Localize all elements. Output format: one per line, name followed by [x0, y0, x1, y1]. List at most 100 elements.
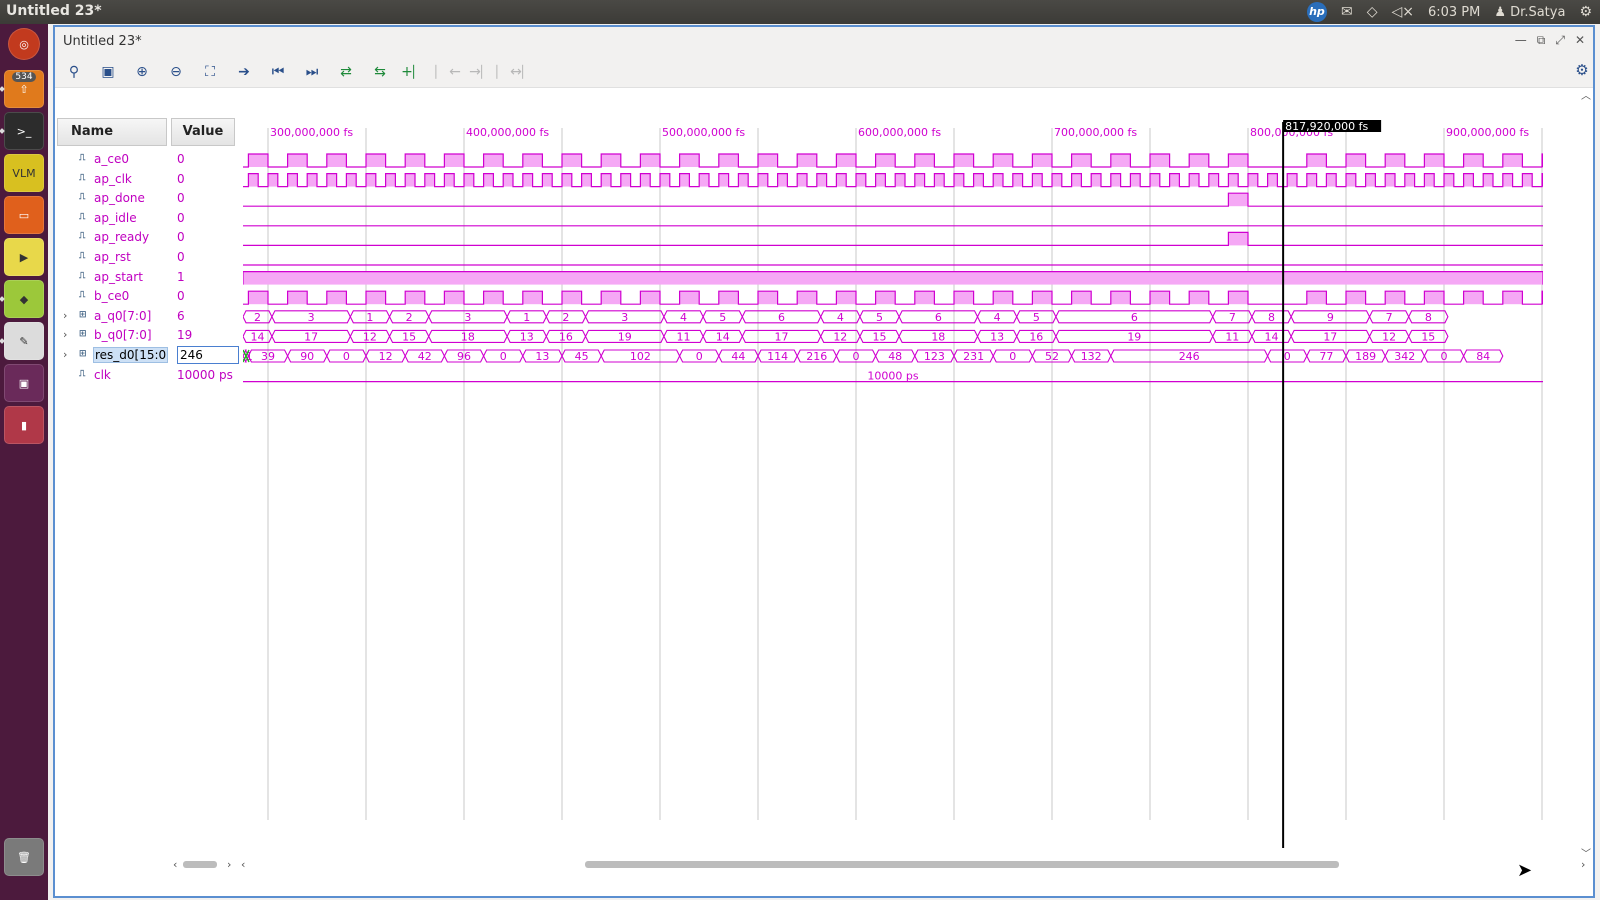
usb-drive-icon[interactable]: ▮: [4, 406, 44, 444]
text-editor-icon[interactable]: ✎: [4, 322, 44, 360]
volume-muted-icon[interactable]: ◁×: [1391, 4, 1414, 20]
maximize-icon[interactable]: ⤢: [1555, 33, 1565, 48]
workspace-switcher-icon[interactable]: ▣: [4, 364, 44, 402]
res-d0-value-label: 102: [630, 350, 651, 363]
signal-row[interactable]: ⎍ a_ce0 0: [55, 150, 241, 169]
a-q0-value-label: 6: [935, 311, 942, 324]
go-to-cursor-icon[interactable]: ➔: [233, 61, 255, 83]
res-d0-value-label: 0: [696, 350, 703, 363]
a-ce0-high-fill: [326, 154, 347, 167]
signal-value[interactable]: 0: [177, 250, 185, 264]
signal-name[interactable]: a_ce0: [94, 152, 129, 166]
signal-row[interactable]: › ⊞ a_q0[7:0] 6: [55, 307, 241, 326]
vivado-icon[interactable]: ▶: [4, 238, 44, 276]
signal-row[interactable]: ⎍ ap_start 1: [55, 268, 241, 287]
zoom-out-icon[interactable]: ⊖: [165, 61, 187, 83]
signal-value[interactable]: 19: [177, 328, 192, 342]
previous-transition-icon[interactable]: ⇆: [369, 61, 391, 83]
ap-clk-high-fill: [699, 173, 709, 187]
signal-value[interactable]: 0: [177, 211, 185, 225]
signal-name[interactable]: a_q0[7:0]: [94, 309, 151, 323]
expand-chevron-icon[interactable]: ›: [63, 309, 67, 322]
files-icon[interactable]: ▭: [4, 196, 44, 234]
go-to-start-icon[interactable]: ⏮: [267, 61, 289, 83]
signal-row[interactable]: ⎍ clk 10000 ps: [55, 366, 241, 385]
ap-clk-high-fill: [1248, 173, 1258, 187]
zoom-fit-icon[interactable]: ⛶: [199, 61, 221, 83]
ap-clk-high-fill: [758, 173, 768, 187]
signal-value[interactable]: 246: [177, 346, 239, 364]
terminal-icon[interactable]: >_: [4, 112, 44, 150]
res-d0-value-label: 132: [1081, 350, 1102, 363]
clk-period-label: 10000 ps: [867, 370, 918, 383]
scroll-up-icon[interactable]: ︿: [1581, 87, 1591, 102]
b-q0-value-label: 12: [363, 330, 377, 343]
signal-name[interactable]: b_ce0: [94, 289, 129, 303]
hp-logo-icon[interactable]: hp: [1306, 2, 1327, 22]
expand-chevron-icon[interactable]: ›: [63, 328, 67, 341]
minimize-icon[interactable]: —: [1515, 33, 1527, 48]
signal-name[interactable]: ap_start: [94, 270, 143, 284]
clock[interactable]: 6:03 PM: [1428, 5, 1480, 20]
a-ce0-high-fill: [1346, 154, 1366, 167]
a-q0-value-label: 2: [406, 311, 413, 324]
close-icon[interactable]: ✕: [1575, 33, 1585, 48]
signal-row[interactable]: › ⊞ b_q0[7:0] 19: [55, 326, 241, 345]
swap-cursors-icon[interactable]: ⇄: [335, 61, 357, 83]
signal-row[interactable]: › ⊞ res_d0[15:0 246: [55, 346, 241, 365]
waveform-window: Untitled 23* — ⧉ ⤢ ✕ ⚲ ▣ ⊕ ⊖ ⛶ ➔ ⏮ ⏭ ⇄ ⇆…: [53, 25, 1595, 898]
signal-row[interactable]: ⎍ ap_clk 0: [55, 170, 241, 189]
b-ce0-high-fill: [954, 291, 974, 305]
signal-row[interactable]: ⎍ ap_ready 0: [55, 228, 241, 247]
add-marker-icon[interactable]: +⎸: [401, 61, 427, 83]
wave-scroll-left-icon: ‹: [241, 858, 245, 871]
software-updater-icon[interactable]: 534 ⇧: [4, 70, 44, 108]
dash-home-icon[interactable]: ◎: [8, 28, 40, 60]
signal-value[interactable]: 10000 ps: [177, 368, 233, 382]
signal-row[interactable]: ⎍ ap_idle 0: [55, 209, 241, 228]
signal-value[interactable]: 0: [177, 172, 185, 186]
value-column-header[interactable]: Value: [171, 118, 235, 146]
signal-name[interactable]: res_d0[15:0: [92, 347, 169, 363]
signal-name[interactable]: b_q0[7:0]: [94, 328, 152, 342]
name-column-header[interactable]: Name: [57, 118, 167, 146]
signal-name[interactable]: ap_idle: [94, 211, 137, 225]
signal-name[interactable]: clk: [94, 368, 111, 382]
search-icon[interactable]: ⚲: [63, 61, 85, 83]
signal-row[interactable]: ⎍ ap_done 0: [55, 189, 241, 208]
ap-clk-high-fill: [856, 173, 866, 187]
wifi-icon[interactable]: ◇: [1367, 4, 1378, 20]
ap-clk-high-fill: [777, 173, 788, 187]
signal-row[interactable]: ⎍ ap_rst 0: [55, 248, 241, 267]
expand-chevron-icon[interactable]: ›: [63, 348, 67, 361]
vlm-icon[interactable]: VLM: [4, 154, 44, 192]
signal-value[interactable]: 0: [177, 191, 185, 205]
signal-value[interactable]: 0: [177, 289, 185, 303]
signal-value[interactable]: 6: [177, 309, 185, 323]
zoom-in-icon[interactable]: ⊕: [131, 61, 153, 83]
go-to-end-icon[interactable]: ⏭: [301, 61, 323, 83]
horizontal-scrollbar[interactable]: ‹ › ‹ ›: [55, 857, 1593, 871]
signal-value[interactable]: 0: [177, 152, 185, 166]
signal-value[interactable]: 1: [177, 270, 185, 284]
signal-name[interactable]: ap_ready: [94, 230, 149, 244]
user-menu[interactable]: ♟ Dr.Satya: [1494, 5, 1565, 20]
signal-name[interactable]: ap_rst: [94, 250, 131, 264]
vivado-hls-icon[interactable]: ◆: [4, 280, 44, 318]
mail-icon[interactable]: ✉: [1341, 4, 1353, 20]
waveform-canvas[interactable]: 300,000,000 fs 400,000,000 fs 500,000,000 …: [243, 88, 1543, 848]
trash-icon[interactable]: 🗑: [4, 838, 44, 876]
signal-row[interactable]: ⎍ b_ce0 0: [55, 287, 241, 306]
signal-value[interactable]: 0: [177, 230, 185, 244]
signal-name[interactable]: ap_done: [94, 191, 145, 205]
settings-icon[interactable]: ⚙: [1571, 61, 1593, 83]
ap-clk-high-fill: [1365, 173, 1376, 187]
ap-clk-high-fill: [1502, 173, 1513, 187]
save-icon[interactable]: ▣: [97, 61, 119, 83]
restore-icon[interactable]: ⧉: [1537, 33, 1546, 48]
ap-clk-high-fill: [1189, 173, 1199, 187]
settings-gear-icon[interactable]: ⚙: [1579, 4, 1592, 20]
res-d0-value-label: 0: [1284, 350, 1291, 363]
signal-name[interactable]: ap_clk: [94, 172, 132, 186]
b-ce0-high-fill: [562, 291, 582, 305]
